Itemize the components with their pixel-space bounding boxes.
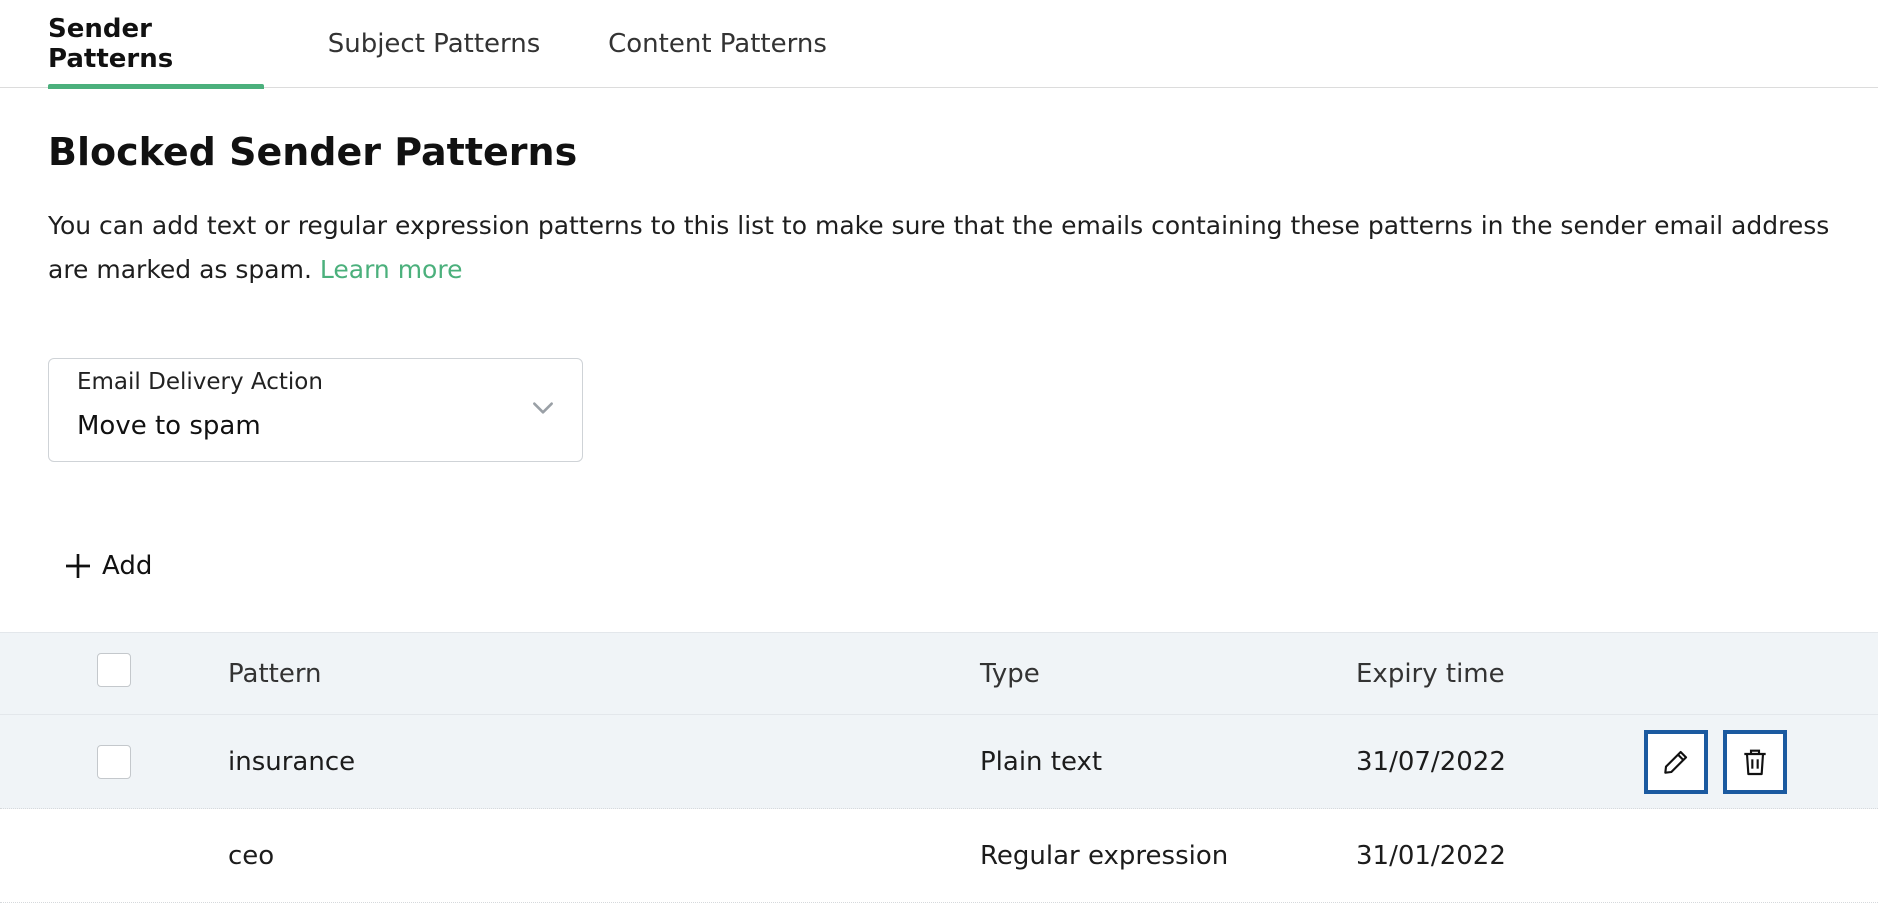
expiry-cell: 31/01/2022 [1356, 840, 1506, 871]
column-header-pattern[interactable]: Pattern [228, 633, 322, 714]
delete-button[interactable] [1723, 729, 1787, 794]
table-row[interactable]: insurance Plain text 31/07/2022 [0, 715, 1878, 809]
table-header-row: Pattern Type Expiry time [0, 632, 1878, 715]
description-text: You can add text or regular expression p… [48, 211, 1830, 284]
learn-more-link[interactable]: Learn more [320, 255, 463, 284]
page-title: Blocked Sender Patterns [48, 130, 578, 174]
tab-subject-patterns[interactable]: Subject Patterns [326, 0, 542, 88]
email-delivery-action-select[interactable]: Email Delivery Action Move to spam [48, 358, 583, 462]
select-label: Email Delivery Action [77, 369, 323, 395]
add-button-label: Add [102, 551, 153, 581]
patterns-table: Pattern Type Expiry time insurance Plain… [0, 632, 1878, 903]
trash-icon [1744, 749, 1766, 775]
add-pattern-button[interactable]: Add [62, 544, 152, 588]
type-cell: Regular expression [980, 840, 1229, 871]
tab-content-patterns[interactable]: Content Patterns [605, 0, 830, 88]
chevron-down-icon [533, 402, 553, 414]
column-header-type[interactable]: Type [980, 633, 1040, 714]
pattern-cell: insurance [228, 746, 356, 777]
pattern-cell: ceo [228, 840, 275, 871]
page-description: You can add text or regular expression p… [48, 204, 1848, 292]
edit-button[interactable] [1644, 729, 1708, 794]
select-all-checkbox[interactable] [97, 653, 131, 687]
plus-icon [66, 554, 90, 578]
table-row[interactable]: ceo Regular expression 31/01/2022 [0, 809, 1878, 903]
column-header-expiry[interactable]: Expiry time [1356, 633, 1505, 714]
type-cell: Plain text [980, 746, 1103, 777]
expiry-cell: 31/07/2022 [1356, 746, 1506, 777]
pencil-icon [1664, 750, 1688, 774]
row-checkbox[interactable] [97, 744, 131, 779]
pattern-tabs: Sender Patterns Subject Patterns Content… [0, 0, 1878, 89]
tab-sender-patterns[interactable]: Sender Patterns [48, 0, 264, 89]
select-value: Move to spam [77, 411, 261, 441]
